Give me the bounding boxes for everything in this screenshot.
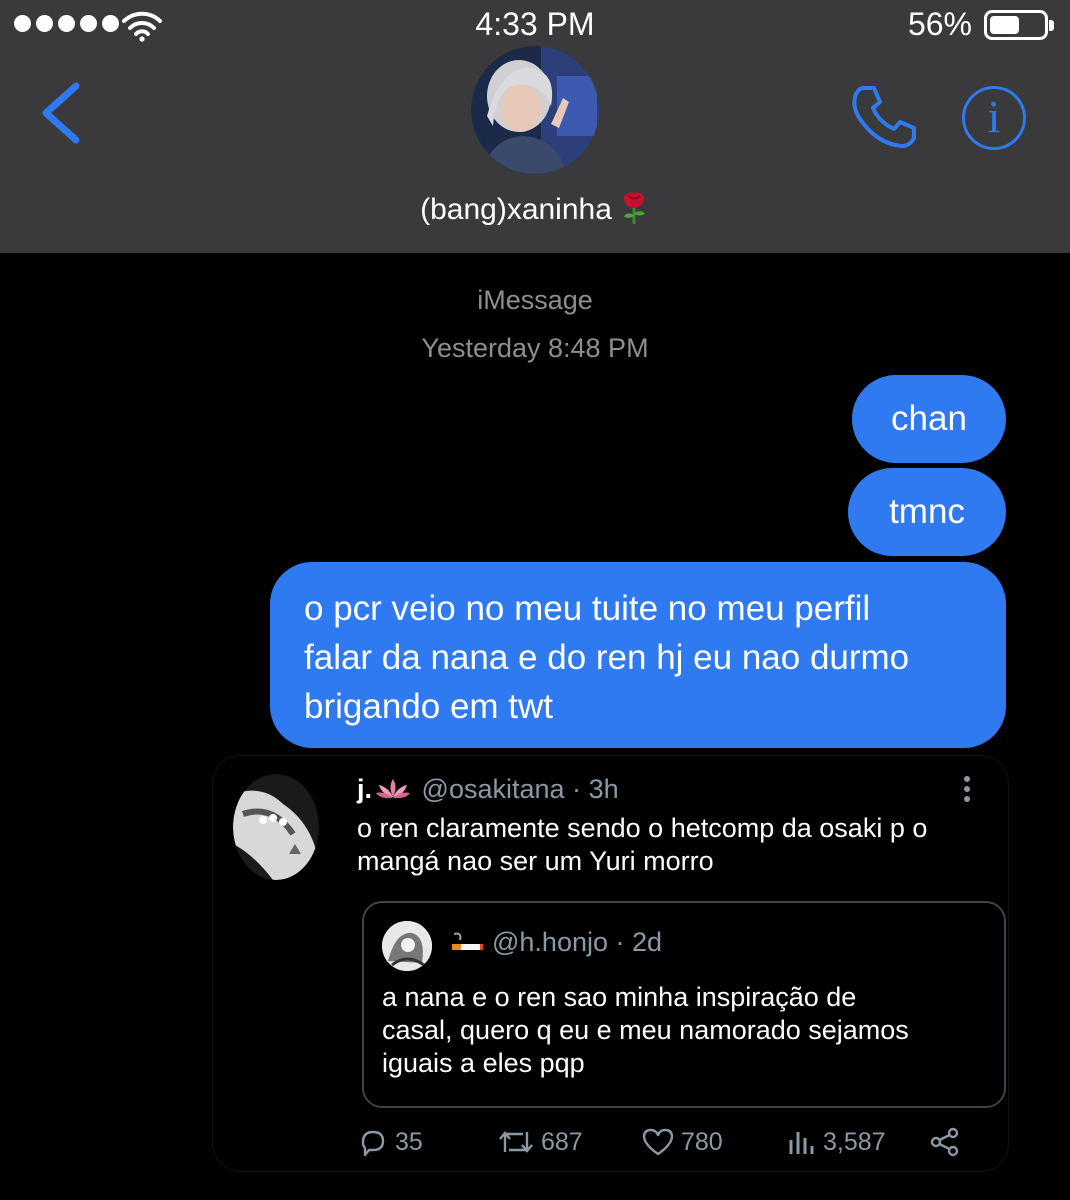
- tweet-text-line: mangá nao ser um Yuri morro: [357, 846, 714, 876]
- retweet-button[interactable]: 687: [497, 1124, 583, 1160]
- analytics-icon: [789, 1132, 814, 1154]
- tweet-text-line: o ren claramente sendo o hetcomp da osak…: [357, 813, 928, 843]
- message-bubble-outgoing[interactable]: chan: [852, 375, 1006, 463]
- like-button[interactable]: 780: [641, 1124, 723, 1160]
- status-bar: 4:33 PM 56%: [0, 0, 1070, 52]
- message-timestamp: Yesterday 8:48 PM: [421, 333, 649, 363]
- retweet-count: 687: [541, 1127, 583, 1156]
- contact-name[interactable]: (bang)xaninha: [0, 189, 1070, 227]
- battery-percentage: 56%: [907, 6, 972, 42]
- message-line: o pcr veio no meu tuite no meu perfil: [304, 589, 871, 628]
- tweet-author-handle[interactable]: @osakitana: [422, 774, 565, 804]
- share-icon: [930, 1127, 959, 1157]
- quoted-tweet[interactable]: @h.honjo · 2d a nana e o ren sao minha i…: [362, 901, 1006, 1108]
- cigarette-emoji-icon: [452, 932, 483, 950]
- message-line: falar da nana e do ren hj eu nao durmo: [304, 638, 910, 677]
- reply-button[interactable]: 35: [357, 1124, 423, 1160]
- contact-name-text: (bang)xaninha: [420, 193, 612, 226]
- retweet-icon: [499, 1131, 533, 1153]
- phone-icon[interactable]: [850, 82, 920, 152]
- message-bubble-outgoing[interactable]: o pcr veio no meu tuite no meu perfil fa…: [270, 562, 1006, 748]
- quoted-author-handle[interactable]: @h.honjo: [492, 927, 608, 957]
- info-icon[interactable]: i: [962, 86, 1026, 150]
- tweet-actions: 35 687 780 3,587: [357, 1124, 977, 1160]
- reply-count: 35: [395, 1127, 423, 1156]
- contact-avatar[interactable]: [471, 46, 599, 174]
- quoted-separator: ·: [615, 927, 625, 957]
- more-options-icon[interactable]: [961, 776, 973, 806]
- quoted-text-line: a nana e o ren sao minha inspiração de: [382, 982, 857, 1012]
- tweet-text: o ren claramente sendo o hetcomp da osak…: [357, 812, 997, 878]
- service-label: iMessage: [477, 285, 593, 315]
- tweet-time: 3h: [588, 774, 619, 804]
- quoted-text-line: iguais a eles pqp: [382, 1048, 585, 1078]
- conversation-header: 4:33 PM 56% (bang)xaninha i: [0, 0, 1070, 253]
- battery-icon: [984, 10, 1054, 40]
- back-button[interactable]: [36, 80, 86, 146]
- reply-icon: [361, 1130, 385, 1157]
- rose-emoji-icon: [623, 192, 645, 224]
- lotus-emoji-icon: [376, 779, 411, 799]
- tweet-author-name[interactable]: j.: [357, 774, 372, 804]
- views-button[interactable]: 3,587: [787, 1124, 886, 1160]
- message-line: brigando em twt: [304, 687, 554, 726]
- quoted-author-avatar[interactable]: [382, 921, 432, 971]
- view-count: 3,587: [823, 1127, 886, 1156]
- tweet-header: j. @osakitana · 3h: [357, 774, 619, 805]
- battery-level: [990, 16, 1020, 34]
- tweet-separator: ·: [572, 774, 582, 804]
- heart-icon: [642, 1128, 674, 1156]
- quoted-text-line: casal, quero q eu e meu namorado sejamos: [382, 1015, 909, 1045]
- quoted-tweet-text: a nana e o ren sao minha inspiração de c…: [382, 981, 992, 1080]
- share-button[interactable]: [929, 1124, 961, 1160]
- quoted-tweet-time: 2d: [632, 927, 663, 957]
- tweet-author-avatar[interactable]: [233, 774, 319, 880]
- quoted-tweet-header: @h.honjo · 2d: [450, 927, 662, 958]
- like-count: 780: [681, 1127, 723, 1156]
- message-bubble-outgoing[interactable]: tmnc: [848, 468, 1006, 556]
- tweet-card[interactable]: j. @osakitana · 3h o ren claramente send…: [212, 755, 1009, 1172]
